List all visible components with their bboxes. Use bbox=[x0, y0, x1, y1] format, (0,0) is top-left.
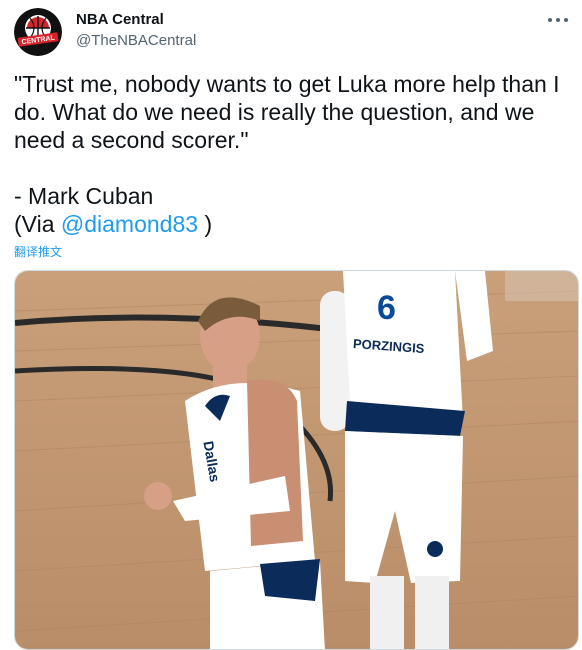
author-name[interactable]: NBA Central bbox=[76, 11, 164, 28]
avatar[interactable]: CENTRAL bbox=[14, 8, 62, 56]
mention-link[interactable]: @diamond83 bbox=[61, 211, 198, 237]
more-horizontal-icon bbox=[548, 18, 552, 22]
tweet-media-photo[interactable]: 6 PORZINGIS Dallas bbox=[14, 270, 579, 650]
jersey-number: 6 bbox=[377, 289, 396, 327]
tweet-via-line: (Via @diamond83 ) bbox=[14, 210, 212, 238]
basketball-photo: 6 PORZINGIS Dallas bbox=[15, 271, 578, 649]
more-horizontal-icon bbox=[556, 18, 560, 22]
via-close-text: ) bbox=[198, 211, 213, 237]
author-handle[interactable]: @TheNBACentral bbox=[76, 32, 196, 49]
via-open-text: (Via bbox=[14, 211, 61, 237]
translate-tweet-link[interactable]: 翻译推文 bbox=[14, 243, 62, 260]
nba-central-logo-icon: CENTRAL bbox=[14, 8, 62, 56]
tweet-text: "Trust me, nobody wants to get Luka more… bbox=[14, 71, 560, 209]
more-horizontal-icon bbox=[564, 18, 568, 22]
more-options-button[interactable] bbox=[548, 14, 570, 26]
